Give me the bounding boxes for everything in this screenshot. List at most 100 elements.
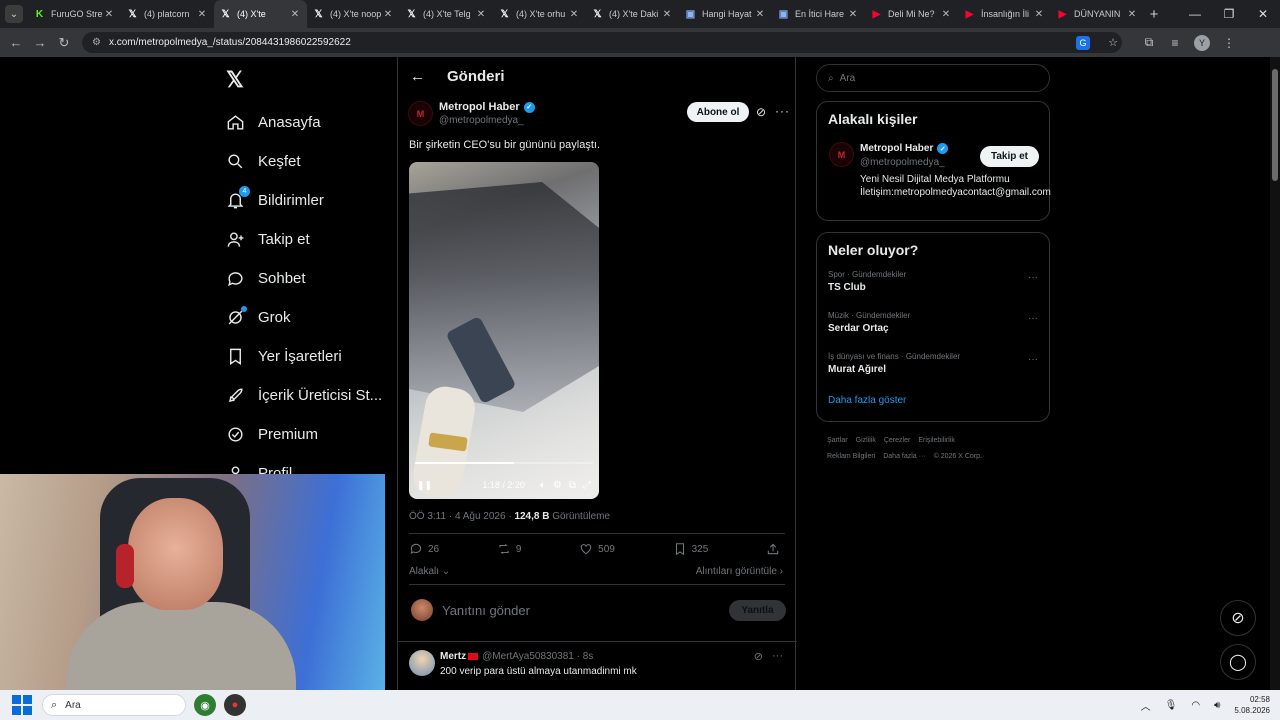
grok-icon[interactable]: ⊘ <box>754 650 763 663</box>
x-logo-icon[interactable]: 𝕏 <box>226 67 244 93</box>
browser-menu-icon[interactable]: ⋮ <box>1216 36 1242 50</box>
sidebar-item-search[interactable]: Keşfet <box>226 142 382 181</box>
scrollbar-thumb[interactable] <box>1272 69 1278 181</box>
reply-author-row[interactable]: Mertz @MertAya50830381 · 8s <box>440 651 593 662</box>
volume-icon[interactable]: 🔈︎ <box>540 480 546 491</box>
trend-item[interactable]: Spor · Gündemdekiler TS Club ··· <box>817 266 1049 307</box>
browser-tab[interactable]: 𝕏 (4) platcorn ✕ <box>121 0 214 28</box>
trend-item[interactable]: İş dünyası ve finans · Gündemdekiler Mura… <box>817 348 1049 389</box>
browser-tab[interactable]: ▶ DÜNYANIN ✕ <box>1051 0 1144 28</box>
windows-start-icon[interactable] <box>12 695 32 715</box>
app-taskbar-icon[interactable]: ● <box>224 694 246 716</box>
sidebar-item-bell[interactable]: 4 Bildirimler <box>226 181 382 220</box>
like-button[interactable]: 509 <box>579 542 615 556</box>
reply-author-avatar[interactable] <box>409 650 435 676</box>
sidebar-item-grok[interactable]: Grok <box>226 298 382 337</box>
grok-icon[interactable]: ⊘ <box>756 105 766 119</box>
close-tab-icon[interactable]: ✕ <box>196 9 208 20</box>
sidebar-item-rocket[interactable]: İçerik Üreticisi St... <box>226 376 382 415</box>
video-progress-bar[interactable] <box>415 462 593 464</box>
browser-tab[interactable]: 𝕏 (4) X'te ✕ <box>214 0 307 28</box>
more-options-icon[interactable]: ··· <box>772 650 783 662</box>
reply-input[interactable]: Yanıtını gönder <box>442 603 530 618</box>
close-tab-icon[interactable]: ✕ <box>754 9 766 20</box>
browser-tab[interactable]: 𝕏 (4) X'te noop ✕ <box>307 0 400 28</box>
view-quotes-link[interactable]: Alıntıları görüntüle › <box>696 566 783 577</box>
new-tab-button[interactable]: + <box>1144 6 1164 23</box>
trend-item[interactable]: Müzik · Gündemdekiler Serdar Ortaç ··· <box>817 307 1049 348</box>
chrome-taskbar-icon[interactable]: ◉ <box>194 694 216 716</box>
picture-in-picture-icon[interactable]: ⧉ <box>569 480 576 491</box>
post-timestamp[interactable]: ÖÖ 3:11 · 4 Ağu 2026 · <box>409 511 512 522</box>
page-scrollbar[interactable] <box>1270 57 1280 690</box>
footer-link[interactable]: Şartlar <box>827 437 848 444</box>
repost-button[interactable]: 9 <box>497 542 521 556</box>
browser-tab[interactable]: ▣ En İtici Hare ✕ <box>772 0 865 28</box>
video-player[interactable]: ❚❚ 1:18 / 2:20 🔈︎ ⚙ ⧉ ⤢ <box>409 162 599 499</box>
close-tab-icon[interactable]: ✕ <box>1126 9 1138 20</box>
browser-tab[interactable]: 𝕏 (4) X'te orhu ✕ <box>493 0 586 28</box>
author-name-row[interactable]: Metropol Haber ✓ <box>439 101 535 113</box>
close-tab-icon[interactable]: ✕ <box>475 9 487 20</box>
tab-search-button[interactable]: ⌄ <box>5 5 23 23</box>
related-dropdown[interactable]: Alakalı ⌄ <box>409 566 450 577</box>
more-options-icon[interactable]: ··· <box>775 104 790 118</box>
footer-link[interactable]: Gizlilik <box>856 437 876 444</box>
sidebar-item-premium[interactable]: Premium <box>226 415 382 454</box>
footer-link[interactable]: © 2026 X Corp. <box>934 453 982 460</box>
url-field[interactable]: ⚙ x.com/metropolmedya_/status/2084431986… <box>82 32 1122 53</box>
close-tab-icon[interactable]: ✕ <box>847 9 859 20</box>
extensions-icon[interactable]: ⧉ <box>1136 35 1162 50</box>
more-options-icon[interactable]: ··· <box>1028 354 1038 365</box>
site-info-icon[interactable]: ⚙ <box>92 37 101 48</box>
fullscreen-icon[interactable]: ⤢ <box>583 480 591 491</box>
footer-link[interactable]: Daha fazla ··· <box>883 453 925 460</box>
search-input[interactable]: ⌕ Ara <box>816 64 1050 92</box>
translate-icon[interactable]: G <box>1076 35 1090 50</box>
sidebar-item-chat[interactable]: Sohbet <box>226 259 382 298</box>
reply-submit-button[interactable]: Yanıtla <box>729 599 786 621</box>
sidebar-item-person-add[interactable]: Takip et <box>226 220 382 259</box>
person-handle[interactable]: @metropolmedya_ <box>860 157 945 168</box>
grok-fab-icon[interactable]: ⊘ <box>1220 600 1256 636</box>
follow-button[interactable]: Takip et <box>980 146 1039 167</box>
back-icon[interactable]: ← <box>4 35 28 50</box>
forward-icon[interactable]: → <box>28 35 52 50</box>
taskbar-search-input[interactable]: ⌕ Ara <box>42 694 186 716</box>
footer-link[interactable]: Reklam Bilgileri <box>827 453 875 460</box>
browser-tab[interactable]: 𝕏 (4) X'te Daki ✕ <box>586 0 679 28</box>
subscribe-button[interactable]: Abone ol <box>687 102 749 122</box>
browser-tab[interactable]: ▣ Hangi Hayat ✕ <box>679 0 772 28</box>
footer-link[interactable]: Çerezler <box>884 437 910 444</box>
sidebar-item-bookmark[interactable]: Yer İşaretleri <box>226 337 382 376</box>
more-options-icon[interactable]: ··· <box>1028 313 1038 324</box>
browser-tab[interactable]: ▶ Deli Mi Ne? ✕ <box>865 0 958 28</box>
share-button[interactable] <box>766 542 785 556</box>
chevron-up-icon[interactable]: ︿ <box>1141 698 1151 713</box>
person-name-row[interactable]: Metropol Haber ✓ <box>860 143 949 154</box>
minimize-button[interactable]: — <box>1178 7 1212 21</box>
restore-button[interactable]: ❐ <box>1212 7 1246 21</box>
back-arrow-icon[interactable]: ← <box>410 68 425 85</box>
show-more-link[interactable]: Daha fazla göster <box>817 389 1049 406</box>
clock[interactable]: 02:58 5.08.2026 <box>1234 694 1270 716</box>
reply-button[interactable]: 26 <box>409 542 439 556</box>
close-tab-icon[interactable]: ✕ <box>382 9 394 20</box>
user-avatar[interactable] <box>411 599 433 621</box>
more-options-icon[interactable]: ··· <box>1028 272 1038 283</box>
footer-link[interactable]: Erişilebilirlik <box>918 437 955 444</box>
close-tab-icon[interactable]: ✕ <box>103 9 115 20</box>
close-tab-icon[interactable]: ✕ <box>940 9 952 20</box>
settings-icon[interactable]: ⚙ <box>553 480 562 491</box>
reload-icon[interactable]: ↻ <box>52 35 76 51</box>
close-tab-icon[interactable]: ✕ <box>1033 9 1045 20</box>
close-tab-icon[interactable]: ✕ <box>568 9 580 20</box>
wifi-icon[interactable]: ◠ <box>1191 700 1200 711</box>
close-tab-icon[interactable]: ✕ <box>661 9 673 20</box>
pause-icon[interactable]: ❚❚ <box>417 480 432 491</box>
sidebar-item-home[interactable]: Anasayfa <box>226 103 382 142</box>
bookmark-button[interactable]: 325 <box>673 542 708 556</box>
person-avatar[interactable]: M <box>829 142 854 167</box>
profile-avatar[interactable]: Y <box>1194 34 1210 51</box>
microphone-icon[interactable]: 🎙︎ <box>1165 700 1178 711</box>
